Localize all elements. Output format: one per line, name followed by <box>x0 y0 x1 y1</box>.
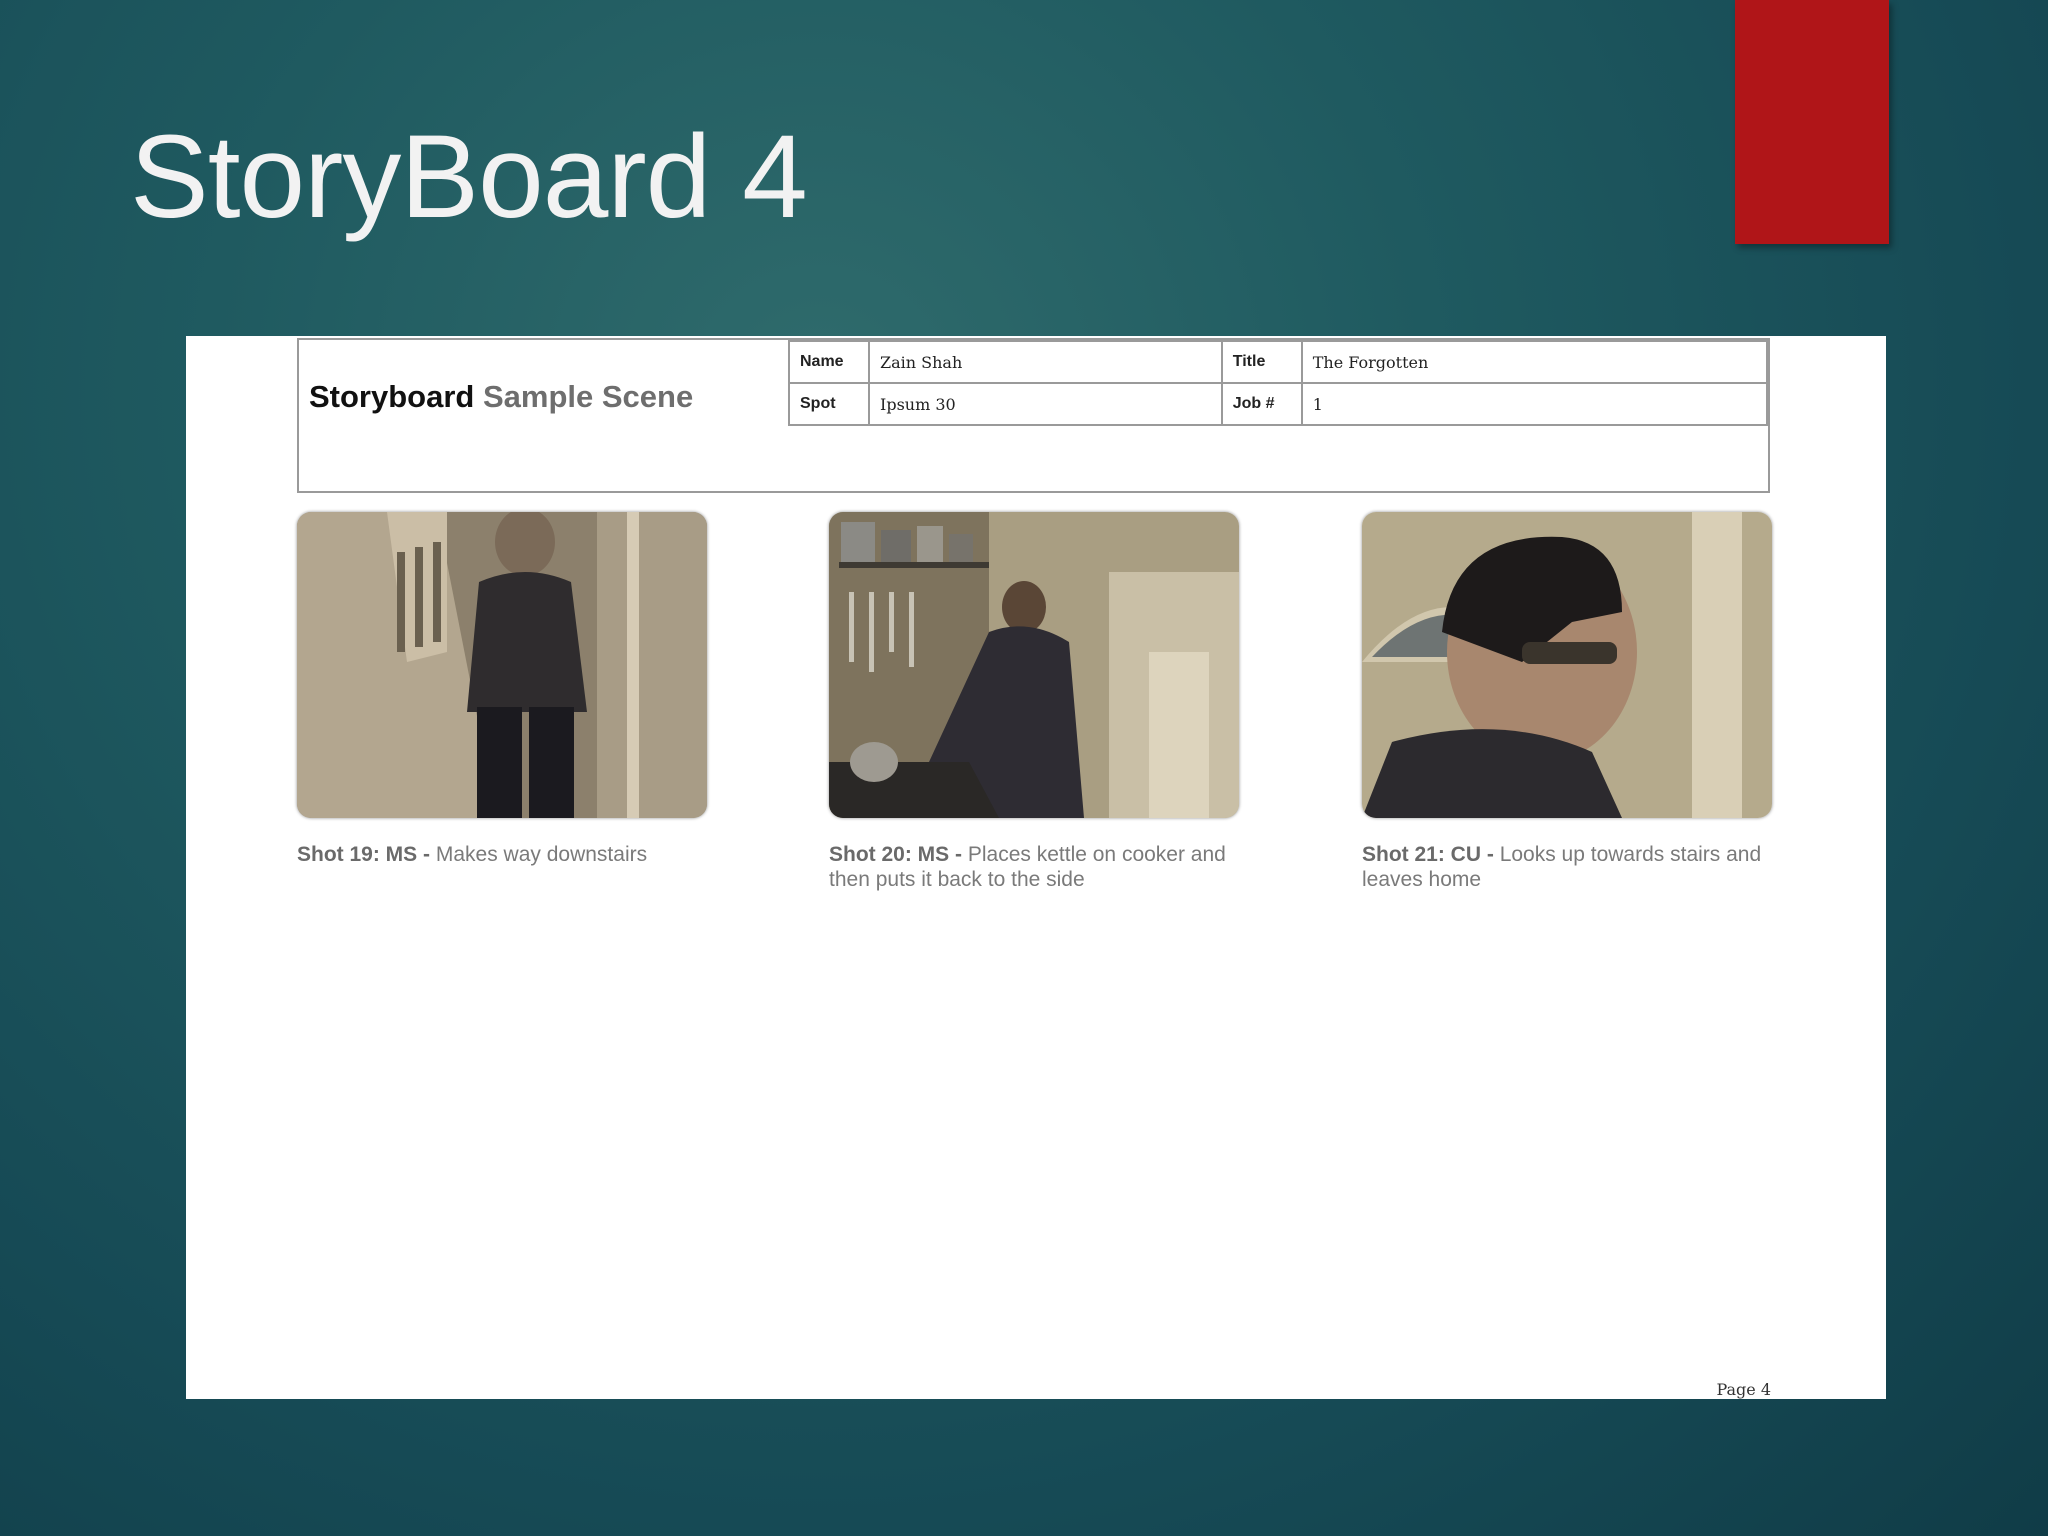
page-number: Page 4 <box>1716 1380 1771 1399</box>
shot-caption: Shot 20: MS - Places kettle on cooker an… <box>829 842 1239 892</box>
shot-panel: Shot 20: MS - Places kettle on cooker an… <box>829 512 1239 892</box>
storyboard-heading: Storyboard Sample Scene <box>309 379 693 415</box>
shot-image <box>1362 512 1772 818</box>
shot-image <box>297 512 707 818</box>
title-label: Title <box>1220 340 1303 384</box>
shot-caption: Shot 19: MS - Makes way downstairs <box>297 842 707 867</box>
shot-code: Shot 20: MS - <box>829 843 963 866</box>
shot-image <box>829 512 1239 818</box>
shot-caption: Shot 21: CU - Looks up towards stairs an… <box>1362 842 1772 892</box>
heading-sub: Sample Scene <box>482 379 694 414</box>
title-value: The Forgotten <box>1300 340 1769 384</box>
accent-tab <box>1735 0 1889 244</box>
shot-code: Shot 19: MS - <box>297 843 431 866</box>
heading-cell: Storyboard Sample Scene <box>299 341 790 425</box>
storyboard-header: Storyboard Sample Scene Name Zain Shah T… <box>297 338 1770 493</box>
spot-label: Spot <box>788 382 870 426</box>
spot-value: Ipsum 30 <box>868 382 1223 426</box>
job-label: Job # <box>1220 382 1303 426</box>
slide-title: StoryBoard 4 <box>130 111 808 243</box>
heading-bold: Storyboard <box>309 379 475 414</box>
info-table: Storyboard Sample Scene Name Zain Shah T… <box>299 340 1769 426</box>
name-value: Zain Shah <box>868 340 1223 384</box>
shot-code: Shot 21: CU - <box>1362 843 1494 866</box>
shot-description: Makes way downstairs <box>435 843 648 866</box>
shot-panel: Shot 19: MS - Makes way downstairs <box>297 512 707 867</box>
storyboard-page: Storyboard Sample Scene Name Zain Shah T… <box>186 336 1886 1399</box>
job-value: 1 <box>1300 382 1769 426</box>
shot-panel: Shot 21: CU - Looks up towards stairs an… <box>1362 512 1772 892</box>
name-label: Name <box>788 340 870 384</box>
